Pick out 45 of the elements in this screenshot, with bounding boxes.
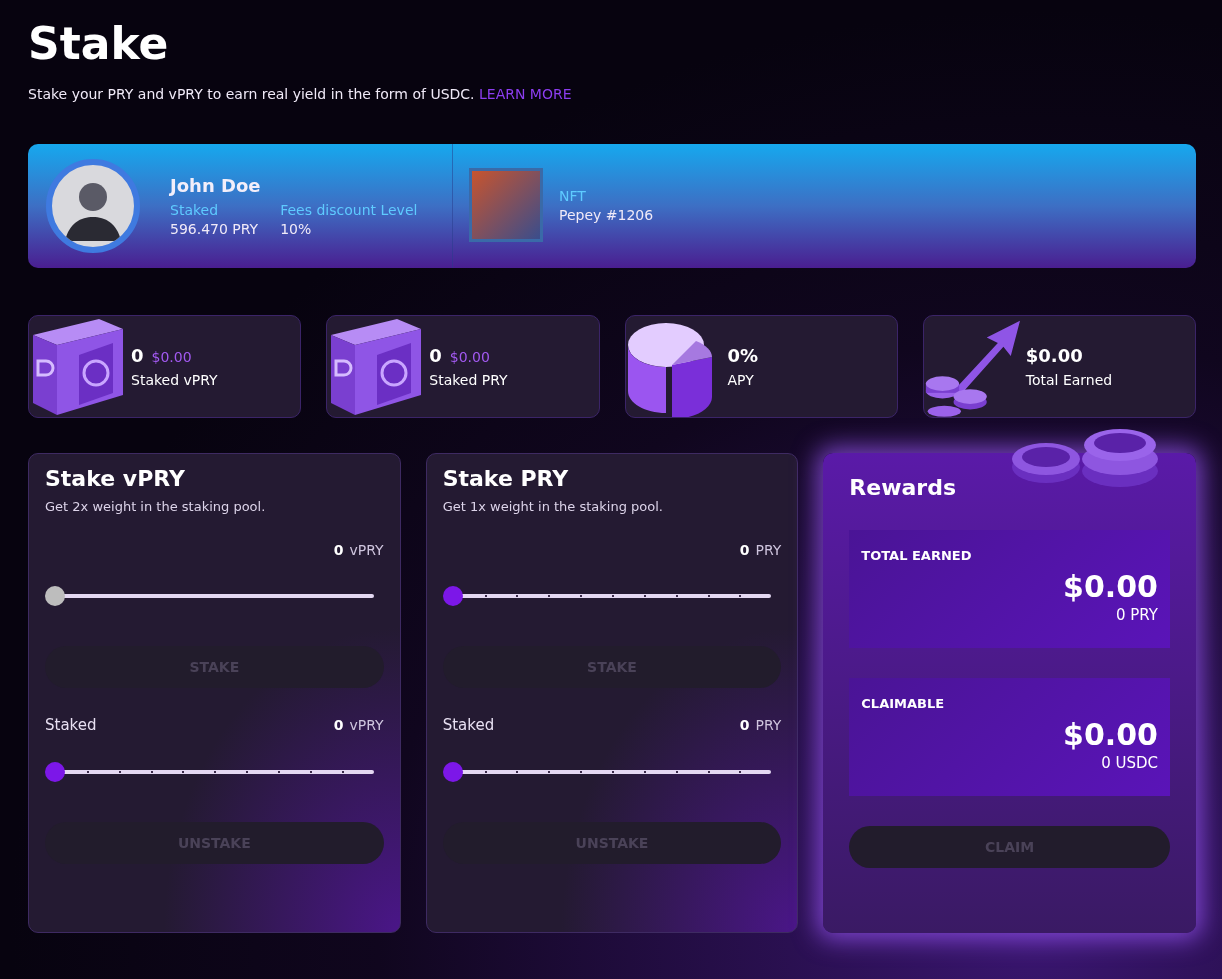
page-title: Stake	[28, 17, 170, 71]
reward-label: TOTAL EARNED	[861, 548, 973, 563]
staked-label: Staked	[45, 716, 97, 734]
user-name: John Doe	[170, 175, 262, 196]
panel-description: Get 1x weight in the staking pool.	[442, 499, 664, 514]
stat-value: $0.00	[1025, 345, 1083, 366]
stat-value: 0	[131, 345, 144, 366]
stat-value: 596.470 PRY	[170, 221, 259, 237]
stat-value: 0	[429, 345, 442, 366]
reward-label: CLAIMABLE	[861, 696, 946, 711]
panel-title: Stake vPRY	[45, 466, 186, 491]
stat-value: 0%	[727, 345, 759, 366]
panel-title: Stake PRY	[442, 466, 570, 491]
amount-value: 0	[739, 717, 750, 733]
usd-value: $0.00	[151, 349, 192, 365]
panel-description: Get 2x weight in the staking pool.	[45, 499, 267, 514]
stat-label: Staked	[170, 202, 220, 218]
stat-value: 10%	[280, 221, 313, 237]
staked-label: Staked	[442, 716, 495, 734]
amount-unit: vPRY	[349, 717, 384, 733]
learn-more-link[interactable]: LEARN MORE	[479, 86, 572, 102]
usd-value: $0.00	[449, 349, 490, 365]
nft-name: Pepey #1206	[559, 206, 654, 223]
page-subtitle: Stake your PRY and vPRY to earn real yield in the form of USDC. LEARN MORE	[28, 86, 573, 102]
stat-label: Total Earned	[1025, 372, 1113, 388]
amount-value: 0	[333, 717, 344, 733]
reward-amount: 0 USDC	[1101, 754, 1158, 772]
reward-amount: 0 PRY	[1116, 606, 1158, 624]
stat-label: APY	[727, 372, 755, 388]
reward-value: $0.00	[1063, 569, 1158, 604]
amount-unit: PRY	[755, 717, 782, 733]
amount-unit: PRY	[755, 542, 782, 558]
stat-label: Staked vPRY	[131, 372, 218, 388]
amount-value: 0	[333, 542, 344, 558]
slider-thumb[interactable]	[45, 586, 65, 606]
slider-thumb[interactable]	[45, 762, 65, 782]
reward-value: $0.00	[1063, 717, 1158, 752]
amount-unit: vPRY	[349, 542, 384, 558]
rewards-title: Rewards	[849, 475, 958, 500]
stat-label: Fees discount Level	[280, 202, 418, 218]
slider-thumb[interactable]	[442, 586, 463, 606]
stat-label: Staked PRY	[429, 372, 508, 388]
amount-value: 0	[739, 542, 750, 558]
nft-label: NFT	[559, 187, 587, 204]
slider-thumb[interactable]	[442, 762, 463, 782]
